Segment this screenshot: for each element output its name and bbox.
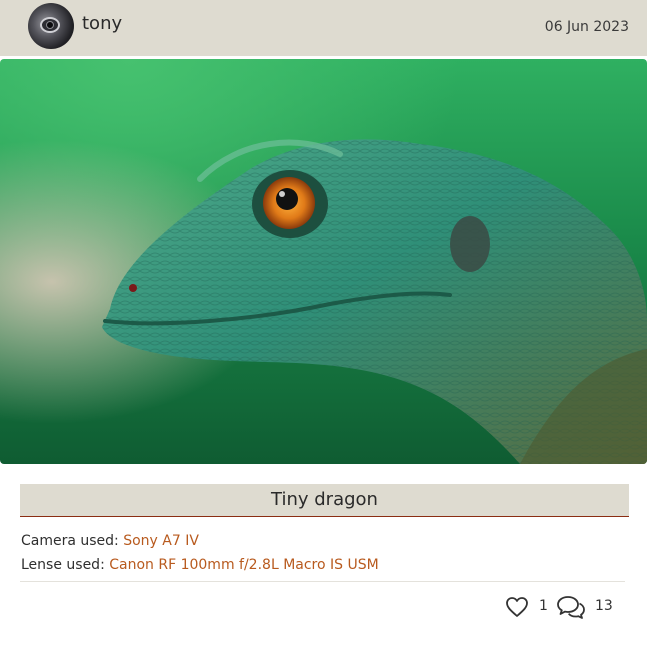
camera-info: Camera used: Sony A7 IV xyxy=(21,533,199,549)
lens-label: Lense used: xyxy=(21,557,105,573)
post-title: Tiny dragon xyxy=(20,484,629,517)
avatar[interactable] xyxy=(28,3,74,49)
lens-core xyxy=(46,21,54,29)
camera-label: Camera used: xyxy=(21,533,119,549)
post-date: 06 Jun 2023 xyxy=(544,19,629,35)
post-actions: 1 13 xyxy=(0,594,647,622)
lizard-illustration xyxy=(0,59,647,464)
comments-icon[interactable] xyxy=(556,594,586,620)
author-name[interactable]: tony xyxy=(82,13,122,34)
divider xyxy=(20,581,625,582)
like-count: 1 xyxy=(539,598,548,614)
post-photo[interactable] xyxy=(0,59,647,464)
comment-count: 13 xyxy=(595,598,613,614)
post-header: tony 06 Jun 2023 xyxy=(0,0,647,56)
lens-info: Lense used: Canon RF 100mm f/2.8L Macro … xyxy=(21,557,379,573)
heart-icon[interactable] xyxy=(505,596,529,618)
lens-value-link[interactable]: Canon RF 100mm f/2.8L Macro IS USM xyxy=(109,557,378,573)
camera-value-link[interactable]: Sony A7 IV xyxy=(123,533,199,549)
